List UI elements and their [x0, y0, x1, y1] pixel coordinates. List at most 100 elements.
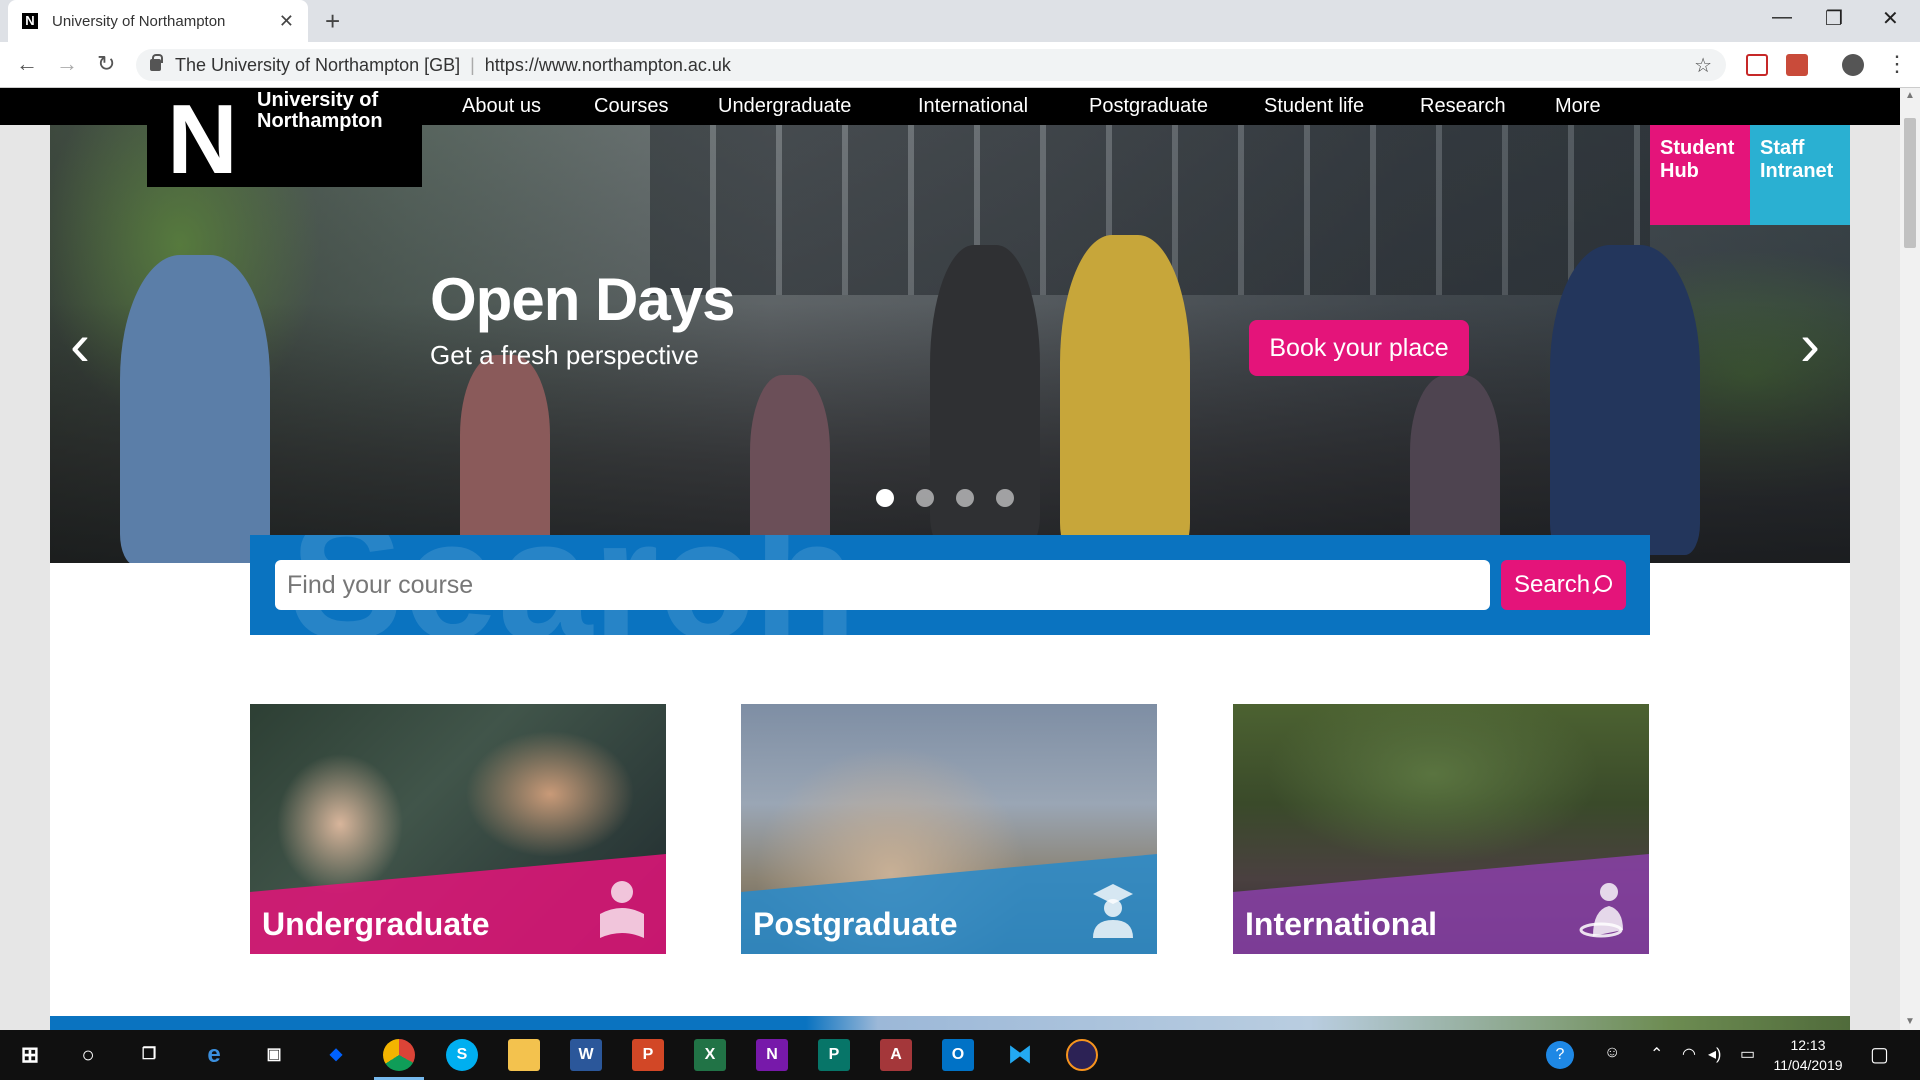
help-icon[interactable]: ?: [1546, 1041, 1574, 1069]
dropbox-icon[interactable]: ◆: [320, 1039, 352, 1071]
carousel-dot[interactable]: [876, 489, 894, 507]
carousel-next-icon[interactable]: ›: [1800, 315, 1820, 375]
carousel-dot[interactable]: [956, 489, 974, 507]
nav-student-life[interactable]: Student life: [1264, 88, 1364, 125]
card-title: Postgraduate: [753, 906, 958, 942]
tab-title: University of Northampton: [52, 12, 226, 30]
chrome-icon[interactable]: [383, 1039, 415, 1071]
globe-person-icon: [1579, 883, 1623, 938]
nav-about-us[interactable]: About us: [462, 88, 541, 125]
nav-postgraduate[interactable]: Postgraduate: [1089, 88, 1208, 125]
site-favicon-icon: N: [22, 13, 38, 29]
hero-figure: [460, 355, 550, 555]
vscode-icon[interactable]: ⧓: [1004, 1039, 1036, 1071]
windows-taskbar: ⊞ ○ ❐ e ▣ ◆ S W P X N P A O ⧓ ? ☺ ⌃ ◠ ◂)…: [0, 1030, 1920, 1080]
bookmark-star-icon[interactable]: ☆: [1694, 53, 1712, 78]
reload-button[interactable]: ↻: [97, 51, 115, 77]
access-icon[interactable]: A: [880, 1039, 912, 1071]
tab-close-icon[interactable]: ✕: [279, 11, 294, 32]
card-title: Undergraduate: [262, 906, 490, 942]
card-title: International: [1245, 906, 1438, 942]
hero-figure: [1060, 235, 1190, 555]
clock-time: 12:13: [1790, 1037, 1826, 1053]
course-search-panel: Search Search: [250, 535, 1650, 635]
browser-tab-strip: N University of Northampton ✕ + — ❐ ✕: [0, 0, 1920, 42]
search-icon: [1595, 575, 1612, 592]
nav-undergraduate[interactable]: Undergraduate: [718, 88, 851, 125]
carousel-dot[interactable]: [916, 489, 934, 507]
page-scrollbar[interactable]: ▲ ▼: [1900, 88, 1920, 1030]
address-separator: |: [470, 54, 475, 75]
page-viewport: About us Courses Undergraduate Internati…: [0, 88, 1900, 1030]
start-icon[interactable]: ⊞: [14, 1039, 46, 1071]
nav-more[interactable]: More: [1555, 88, 1601, 125]
university-logo[interactable]: N University of Northampton: [147, 88, 422, 194]
notifications-icon[interactable]: ▢: [1870, 1042, 1889, 1067]
hero-figure: [1550, 245, 1700, 555]
nav-research[interactable]: Research: [1420, 88, 1506, 125]
task-view-icon[interactable]: ❐: [133, 1039, 165, 1071]
student-reading-icon: [600, 881, 644, 938]
nav-courses[interactable]: Courses: [594, 88, 668, 125]
hero-figure: [120, 255, 270, 563]
carousel-prev-icon[interactable]: ‹: [70, 315, 90, 375]
hero-title: Open Days: [430, 266, 735, 333]
system-clock[interactable]: 12:13 11/04/2019: [1768, 1035, 1848, 1075]
search-button[interactable]: Search: [1501, 560, 1626, 610]
window-close-button[interactable]: ✕: [1882, 6, 1899, 31]
url-text[interactable]: https://www.northampton.ac.uk: [485, 55, 731, 76]
undergraduate-card[interactable]: Undergraduate: [250, 704, 666, 954]
address-bar[interactable]: The University of Northampton [GB] | htt…: [136, 49, 1726, 81]
scroll-up-icon[interactable]: ▲: [1905, 90, 1915, 101]
skype-icon[interactable]: S: [446, 1039, 478, 1071]
logo-wordmark: University of Northampton: [257, 89, 383, 132]
tray-chevron-icon[interactable]: ⌃: [1650, 1044, 1663, 1064]
next-section-preview: [50, 1016, 1850, 1030]
carousel-dots: [876, 489, 1014, 507]
scroll-down-icon[interactable]: ▼: [1905, 1016, 1915, 1027]
hero-subtitle: Get a fresh perspective: [430, 340, 699, 370]
logo-mark: N: [167, 88, 238, 194]
clock-date: 11/04/2019: [1773, 1057, 1843, 1073]
lock-icon: [150, 54, 163, 71]
menu-kebab-icon[interactable]: ⋮: [1886, 51, 1908, 77]
powerpoint-icon[interactable]: P: [632, 1039, 664, 1071]
onenote-icon[interactable]: N: [756, 1039, 788, 1071]
search-icon[interactable]: ○: [72, 1039, 104, 1071]
postgraduate-card[interactable]: Postgraduate: [741, 704, 1157, 954]
forward-button[interactable]: →: [56, 51, 78, 77]
graduate-icon: [1093, 884, 1133, 938]
scroll-thumb[interactable]: [1904, 118, 1916, 248]
search-button-label: Search: [1514, 571, 1591, 598]
browser-tab[interactable]: N University of Northampton ✕: [8, 0, 308, 42]
edge-icon[interactable]: e: [198, 1039, 230, 1071]
people-icon[interactable]: ☺: [1604, 1044, 1620, 1062]
browser-toolbar: ← → ↻ The University of Northampton [GB]…: [0, 42, 1920, 88]
publisher-icon[interactable]: P: [818, 1039, 850, 1071]
hero-carousel: Open Days Get a fresh perspective Book y…: [50, 125, 1850, 563]
extension-icon[interactable]: [1746, 54, 1768, 76]
nav-international[interactable]: International: [918, 88, 1028, 125]
carousel-dot[interactable]: [996, 489, 1014, 507]
word-icon[interactable]: W: [570, 1039, 602, 1071]
excel-icon[interactable]: X: [694, 1039, 726, 1071]
pdf-extension-icon[interactable]: [1786, 54, 1808, 76]
minimize-button[interactable]: —: [1772, 6, 1792, 29]
outlook-icon[interactable]: O: [942, 1039, 974, 1071]
maximize-button[interactable]: ❐: [1825, 6, 1843, 31]
file-explorer-icon[interactable]: [508, 1039, 540, 1071]
battery-icon[interactable]: ▭: [1740, 1044, 1755, 1064]
student-hub-link[interactable]: Student Hub: [1650, 125, 1750, 225]
book-place-button[interactable]: Book your place: [1249, 320, 1469, 376]
international-card[interactable]: International: [1233, 704, 1649, 954]
eclipse-icon[interactable]: [1066, 1039, 1098, 1071]
staff-intranet-link[interactable]: Staff Intranet: [1750, 125, 1850, 225]
wifi-icon[interactable]: ◠: [1682, 1044, 1696, 1064]
back-button[interactable]: ←: [16, 51, 38, 77]
course-search-input[interactable]: [275, 560, 1490, 610]
new-tab-button[interactable]: +: [325, 6, 340, 37]
site-identity: The University of Northampton [GB]: [175, 54, 461, 75]
profile-icon[interactable]: [1842, 54, 1864, 76]
store-icon[interactable]: ▣: [258, 1039, 290, 1071]
volume-icon[interactable]: ◂): [1708, 1044, 1721, 1064]
